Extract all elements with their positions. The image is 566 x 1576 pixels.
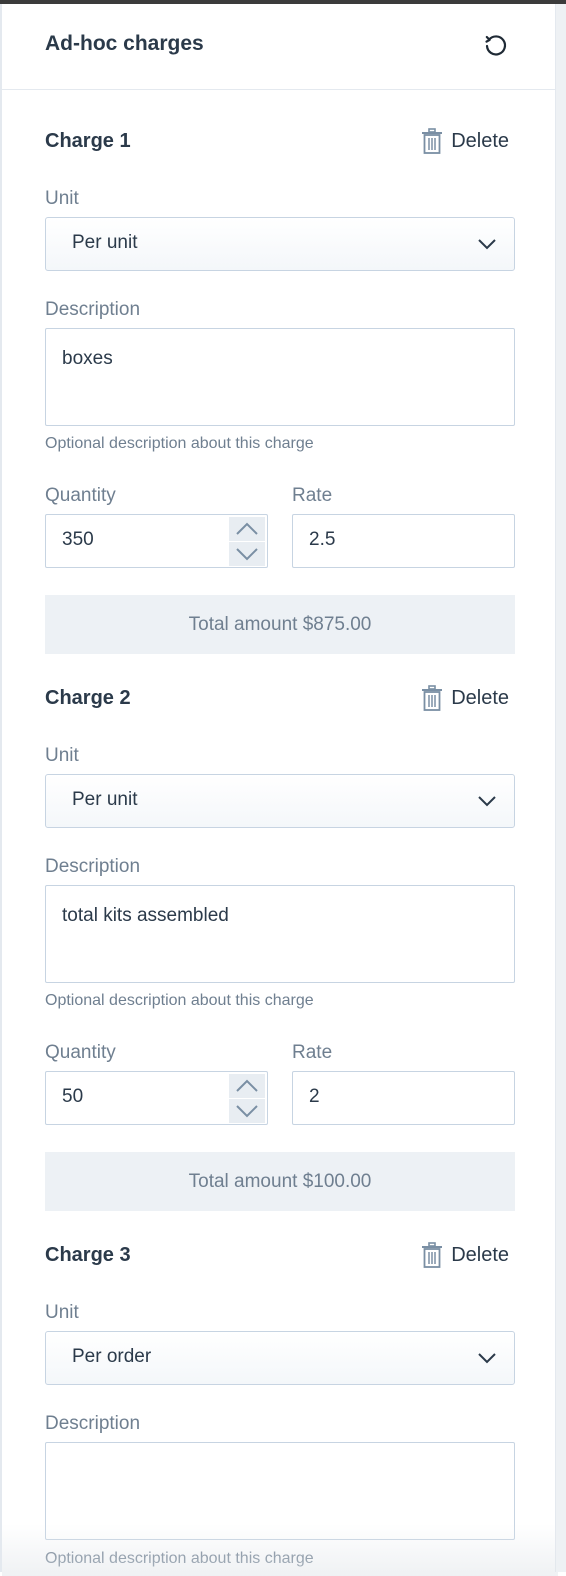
panel-header: Ad-hoc charges <box>2 4 555 90</box>
description-textarea[interactable]: boxes <box>45 328 515 426</box>
delete-charge-button[interactable]: Delete <box>421 127 509 155</box>
unit-select[interactable]: Per unit <box>45 774 515 828</box>
description-label: Description <box>45 1413 141 1434</box>
chevron-down-icon <box>478 1353 496 1364</box>
panel-title: Ad-hoc charges <box>45 32 204 55</box>
description-textarea[interactable] <box>45 1442 515 1540</box>
chevron-down-icon <box>236 1105 258 1118</box>
unit-select[interactable]: Per order <box>45 1331 515 1385</box>
charge-title: Charge 3 <box>45 1244 131 1266</box>
quantity-value: 50 <box>62 1086 84 1107</box>
charge-title: Charge 1 <box>45 130 131 152</box>
quantity-label: Quantity <box>45 1042 116 1063</box>
rate-label: Rate <box>292 1042 333 1063</box>
quantity-increment-button[interactable] <box>229 1074 265 1098</box>
unit-label: Unit <box>45 745 79 766</box>
description-value: total kits assembled <box>62 905 229 926</box>
refresh-icon <box>485 35 507 56</box>
description-label: Description <box>45 856 141 877</box>
rate-value: 2.5 <box>309 529 336 550</box>
trash-icon <box>422 685 443 711</box>
quantity-input[interactable]: 50 <box>45 1071 268 1125</box>
description-textarea[interactable]: total kits assembled <box>45 885 515 983</box>
total-amount: Total amount $100.00 <box>45 1152 515 1211</box>
charge-title: Charge 2 <box>45 687 131 709</box>
delete-label: Delete <box>451 129 509 152</box>
delete-charge-button[interactable]: Delete <box>421 684 509 712</box>
rate-label: Rate <box>292 485 333 506</box>
trash-icon <box>422 1242 443 1268</box>
rate-value: 2 <box>309 1086 320 1107</box>
chevron-down-icon <box>236 548 258 561</box>
delete-label: Delete <box>451 686 509 709</box>
chevron-up-icon <box>236 522 258 535</box>
quantity-decrement-button[interactable] <box>229 1099 265 1123</box>
unit-label: Unit <box>45 1302 79 1323</box>
quantity-label: Quantity <box>45 485 116 506</box>
description-hint: Optional description about this charge <box>45 435 314 452</box>
trash-icon <box>422 128 443 154</box>
total-amount: Total amount $875.00 <box>45 595 515 654</box>
rate-input[interactable]: 2 <box>292 1071 515 1125</box>
ad-hoc-charges-panel: Ad-hoc charges Charge 1 Delete Unit Per … <box>0 4 558 1576</box>
unit-label: Unit <box>45 188 79 209</box>
unit-select-value: Per order <box>72 1346 152 1367</box>
description-hint: Optional description about this charge <box>45 1550 314 1567</box>
description-hint: Optional description about this charge <box>45 992 314 1009</box>
unit-select[interactable]: Per unit <box>45 217 515 271</box>
chevron-down-icon <box>478 796 496 807</box>
chevron-up-icon <box>236 1079 258 1092</box>
quantity-input[interactable]: 350 <box>45 514 268 568</box>
quantity-value: 350 <box>62 529 94 550</box>
description-label: Description <box>45 299 141 320</box>
unit-select-value: Per unit <box>72 789 138 810</box>
quantity-decrement-button[interactable] <box>229 542 265 566</box>
delete-charge-button[interactable]: Delete <box>421 1241 509 1269</box>
description-value: boxes <box>62 348 113 369</box>
refresh-button[interactable] <box>483 33 509 59</box>
delete-label: Delete <box>451 1243 509 1266</box>
rate-input[interactable]: 2.5 <box>292 514 515 568</box>
unit-select-value: Per unit <box>72 232 138 253</box>
quantity-increment-button[interactable] <box>229 517 265 541</box>
chevron-down-icon <box>478 239 496 250</box>
scrollbar-track[interactable] <box>556 4 566 1572</box>
